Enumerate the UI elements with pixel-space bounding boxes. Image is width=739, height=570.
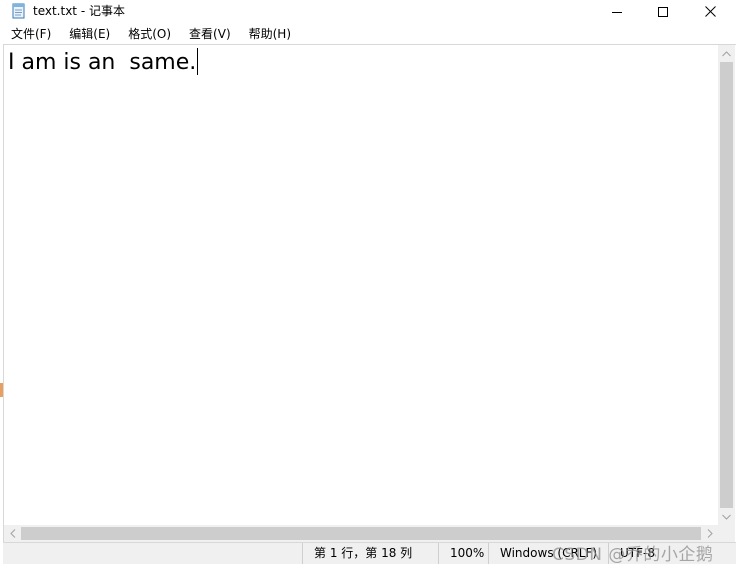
minimize-button[interactable] bbox=[594, 0, 640, 22]
minimize-icon bbox=[612, 2, 622, 21]
close-button[interactable] bbox=[687, 0, 733, 22]
notepad-icon bbox=[12, 3, 26, 19]
notepad-window: text.txt - 记事本 文件(F) 编辑(E) 格式(O) 查看(V) 帮… bbox=[0, 0, 739, 570]
status-zoom: 100% bbox=[438, 543, 488, 564]
maximize-icon bbox=[658, 2, 668, 21]
scroll-up-arrow-icon[interactable] bbox=[718, 45, 735, 62]
menu-edit[interactable]: 编辑(E) bbox=[58, 25, 117, 44]
maximize-button[interactable] bbox=[640, 0, 686, 22]
editor-text: I am is an same. bbox=[8, 50, 197, 75]
close-icon bbox=[704, 2, 716, 21]
menu-view[interactable]: 查看(V) bbox=[178, 25, 238, 44]
title-bar[interactable]: text.txt - 记事本 bbox=[0, 0, 739, 24]
scrollbar-corner bbox=[718, 525, 735, 542]
vertical-scrollbar[interactable] bbox=[718, 45, 735, 525]
watermark: CSDN @乔的小企鹅 bbox=[552, 545, 714, 565]
menu-bar: 文件(F) 编辑(E) 格式(O) 查看(V) 帮助(H) bbox=[0, 25, 739, 44]
vertical-scroll-thumb[interactable] bbox=[720, 62, 733, 508]
background-edge-mark bbox=[0, 383, 3, 397]
scroll-left-arrow-icon[interactable] bbox=[4, 525, 21, 542]
scroll-down-arrow-icon[interactable] bbox=[718, 508, 735, 525]
menu-file[interactable]: 文件(F) bbox=[0, 25, 58, 44]
window-title: text.txt - 记事本 bbox=[33, 4, 125, 18]
text-caret bbox=[197, 48, 199, 75]
text-editor[interactable]: I am is an same. bbox=[4, 45, 717, 525]
menu-help[interactable]: 帮助(H) bbox=[238, 25, 298, 44]
menu-format[interactable]: 格式(O) bbox=[117, 25, 178, 44]
horizontal-scroll-thumb[interactable] bbox=[21, 527, 701, 540]
editor-content-line: I am is an same. bbox=[8, 47, 199, 79]
status-cursor-position: 第 1 行，第 18 列 bbox=[302, 543, 438, 564]
